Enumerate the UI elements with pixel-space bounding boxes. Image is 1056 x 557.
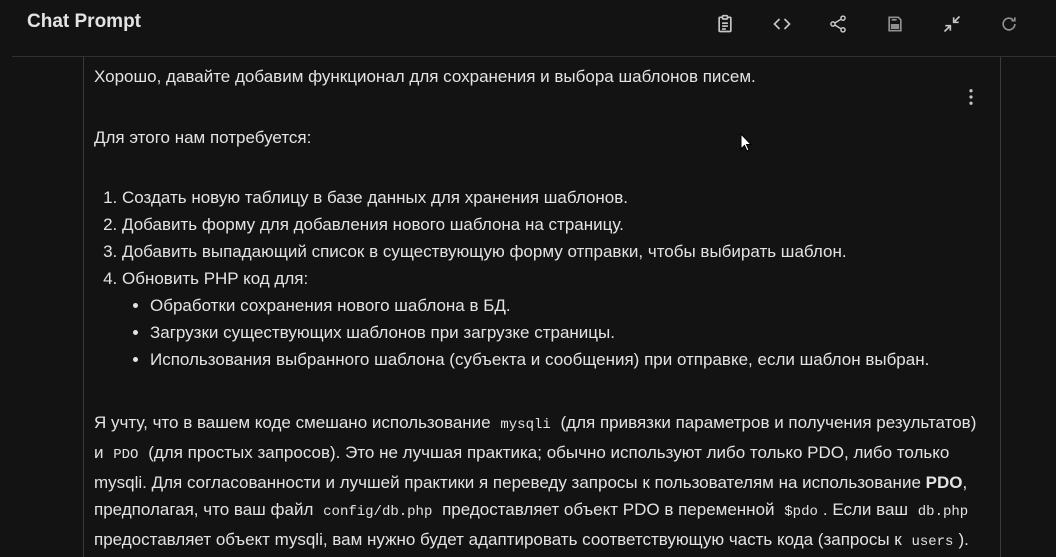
page-title: Chat Prompt [27, 11, 141, 32]
inline-code: PDO [113, 447, 139, 463]
code-icon[interactable] [770, 12, 794, 36]
text-run: (для простых запросов). Это не лучшая пр… [94, 443, 950, 492]
list-item: Добавить форму для добавления нового шаб… [122, 211, 929, 238]
list-item: Добавить выпадающий список в существующу… [122, 238, 929, 265]
bold-text: PDO [925, 473, 963, 492]
inline-code: db.php [917, 504, 969, 520]
share-icon[interactable] [826, 12, 850, 36]
refresh-icon[interactable] [997, 12, 1021, 36]
substeps-list: Обработки сохранения нового шаблона в БД… [122, 292, 929, 373]
list-item: Загрузки существующих шаблонов при загру… [150, 319, 929, 346]
response-panel: Хорошо, давайте добавим функционал для с… [83, 57, 1001, 557]
explanation-paragraph: Я учту, что в вашем коде смешано использ… [94, 409, 984, 556]
list-item: Создать новую таблицу в базе данных для … [122, 184, 929, 211]
top-bar: Chat Prompt [0, 0, 1056, 46]
list-item: Обработки сохранения нового шаблона в БД… [150, 292, 929, 319]
text-run: предоставляет объект mysqli, вам нужно б… [94, 530, 902, 549]
steps-list: Создать новую таблицу в базе данных для … [94, 184, 929, 373]
inline-code: config/db.php [323, 504, 433, 520]
text-run: предоставляет объект PDO в переменной [442, 500, 775, 519]
more-options-icon[interactable] [961, 85, 981, 109]
inline-code: mysqli [500, 417, 551, 433]
clipboard-icon[interactable] [713, 12, 737, 36]
list-item-label: Обновить PHP код для: [122, 269, 309, 288]
need-text: Для этого нам потребуется: [94, 128, 312, 147]
list-item: Обновить PHP код для: Обработки сохранен… [122, 265, 929, 373]
save-icon[interactable] [883, 12, 907, 36]
text-run: ). [958, 530, 969, 549]
intro-text: Хорошо, давайте добавим функционал для с… [94, 67, 756, 86]
text-run: Я учту, что в вашем коде смешано использ… [94, 413, 491, 432]
collapse-icon[interactable] [940, 12, 964, 36]
text-run: . Если ваш [822, 500, 909, 519]
inline-code: users [911, 534, 954, 550]
inline-code: $pdo [784, 504, 818, 520]
list-item: Использования выбранного шаблона (субъек… [150, 346, 929, 373]
mouse-cursor-icon [740, 133, 752, 152]
